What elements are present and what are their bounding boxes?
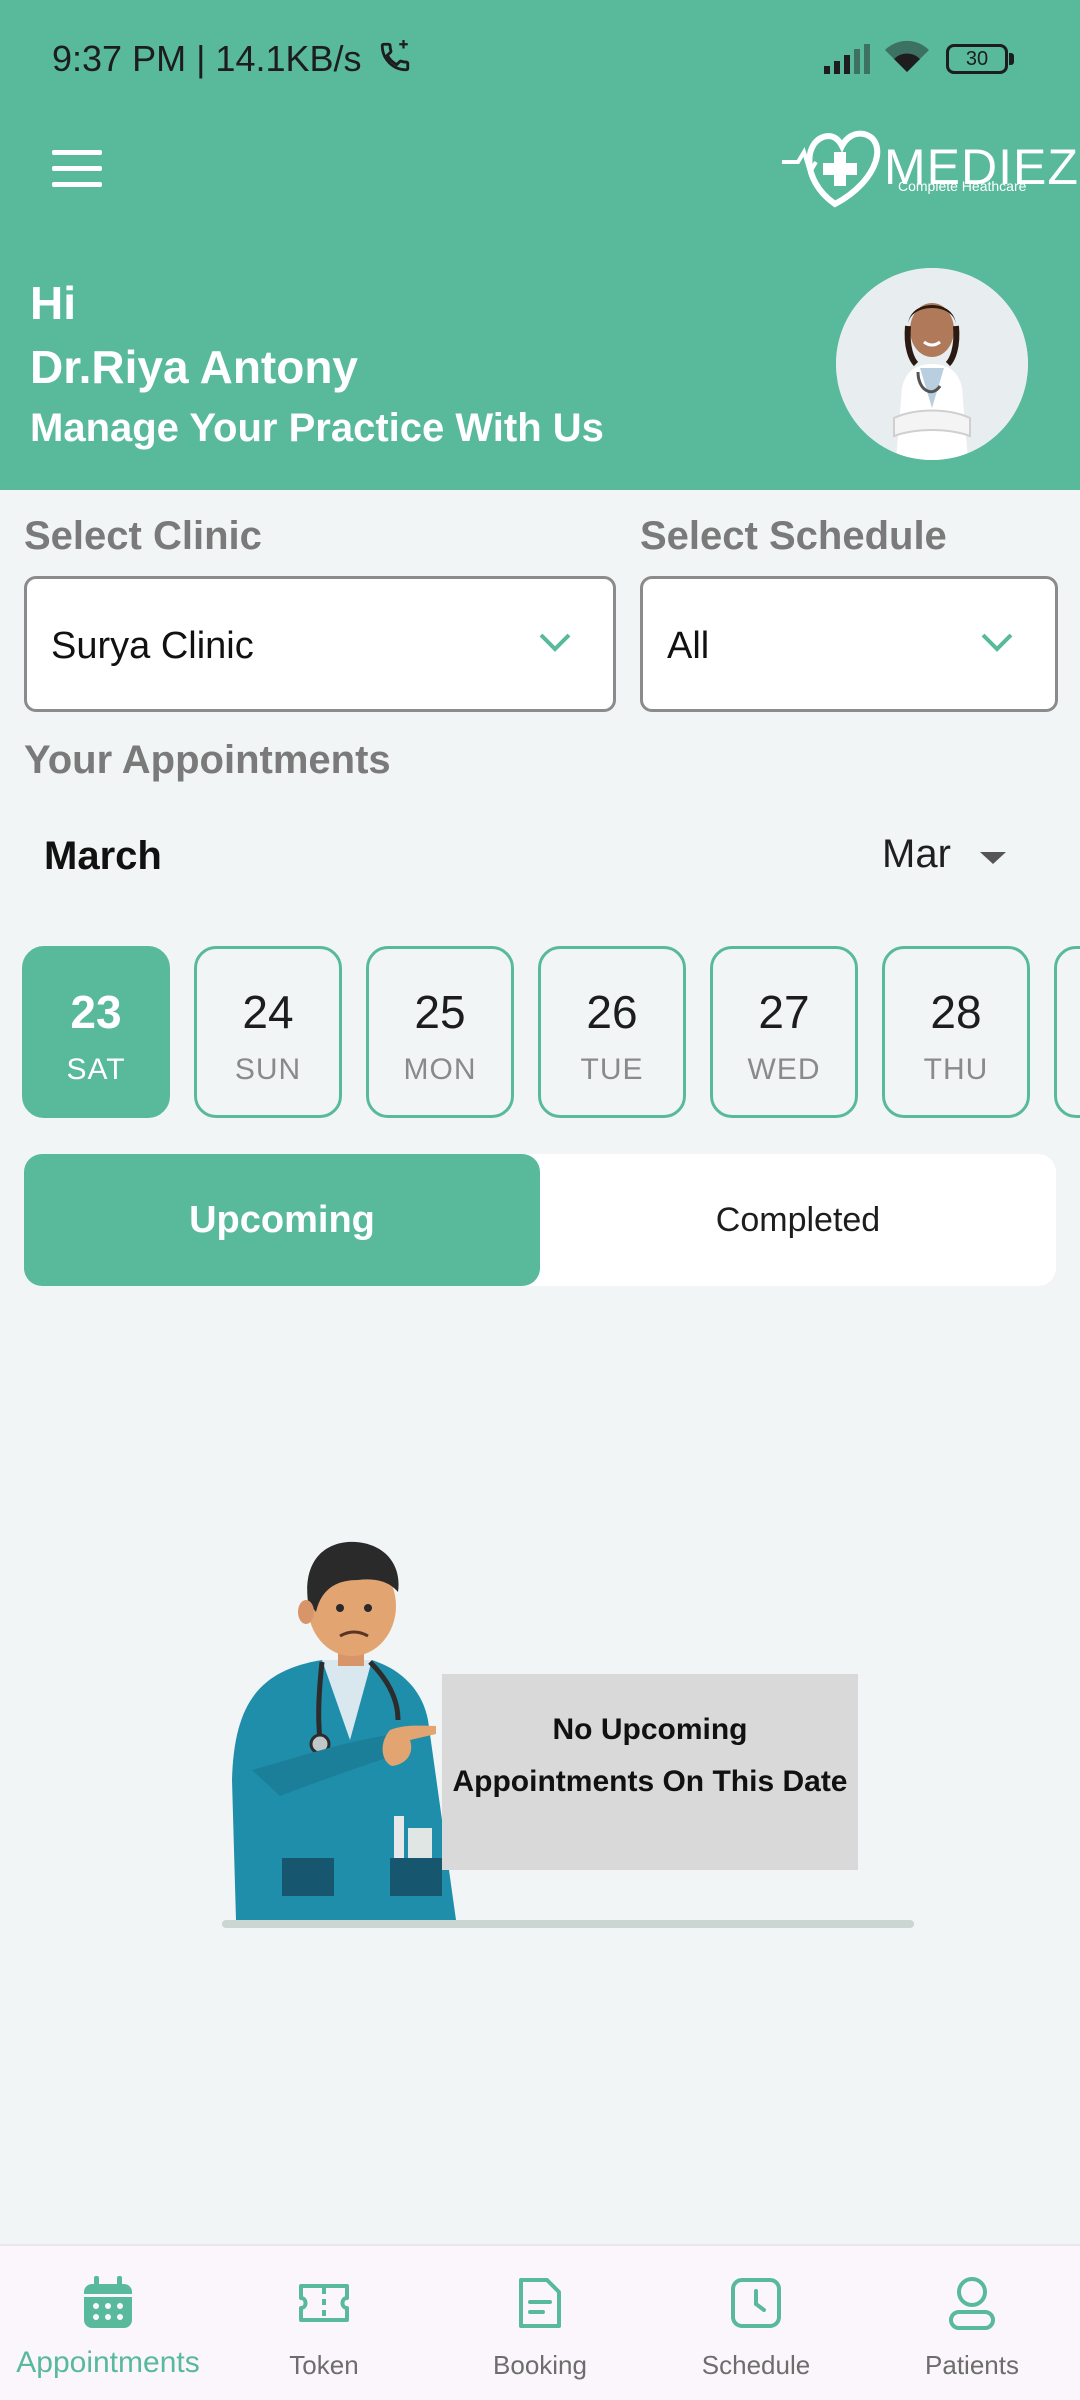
date-day: MON <box>403 1053 477 1086</box>
clock-icon <box>731 2278 781 2328</box>
nav-label: Appointments <box>16 2346 200 2379</box>
bottom-navigation: Appointments Token Booking Schedule Pati… <box>0 2244 1080 2400</box>
caret-down-icon <box>980 852 1006 864</box>
empty-state-sign: No Upcoming Appointments On This Date <box>442 1674 858 1870</box>
doctor-name: Dr.Riya Antony <box>30 341 359 393</box>
logo-tagline: Complete Heathcare <box>898 178 1027 194</box>
doctor-avatar[interactable] <box>836 268 1028 460</box>
battery-icon: 30 <box>946 44 1014 74</box>
clinic-select[interactable]: Surya Clinic <box>24 576 616 712</box>
nav-label: Patients <box>925 2350 1019 2380</box>
date-number: 23 <box>70 986 122 1038</box>
ticket-icon <box>299 2284 349 2322</box>
nav-label: Booking <box>493 2350 587 2380</box>
date-card[interactable]: 26 TUE <box>538 946 686 1118</box>
appointments-title: Your Appointments <box>24 738 391 782</box>
calendar-icon <box>84 2276 132 2328</box>
status-bar: 9:37 PM | 14.1KB/s 30 <box>0 0 1080 120</box>
empty-state-line2: Appointments On This Date <box>452 1765 848 1798</box>
app-logo: MEDIEZY Complete Heathcare <box>780 122 1080 212</box>
wifi-icon <box>885 40 929 72</box>
date-day: SUN <box>234 1053 302 1086</box>
header-subtitle: Manage Your Practice With Us <box>30 406 604 450</box>
clinic-select-value: Surya Clinic <box>51 625 254 667</box>
heart-logo-icon <box>782 130 881 208</box>
date-number: 25 <box>414 986 466 1038</box>
date-number: 28 <box>930 986 982 1038</box>
greeting: Hi <box>30 277 76 329</box>
call-icon <box>380 40 410 72</box>
clinic-label: Select Clinic <box>24 514 262 558</box>
signal-icon <box>824 44 870 74</box>
date-number: 26 <box>586 986 638 1038</box>
month-title: March <box>44 834 162 878</box>
date-card-partial[interactable] <box>1054 946 1080 1118</box>
schedule-select[interactable]: All <box>640 576 1058 712</box>
nav-schedule[interactable]: Schedule <box>648 2246 864 2400</box>
document-icon <box>519 2278 561 2328</box>
date-day: THU <box>923 1053 989 1086</box>
chevron-down-icon <box>539 633 571 652</box>
date-card[interactable]: 28 THU <box>882 946 1030 1118</box>
schedule-select-value: All <box>667 625 710 667</box>
status-time: 9:37 PM | 14.1KB/s <box>52 38 362 79</box>
tab-completed[interactable]: Completed <box>540 1154 1056 1286</box>
menu-icon[interactable] <box>52 150 102 190</box>
month-dropdown-value: Mar <box>882 832 951 876</box>
tab-upcoming[interactable]: Upcoming <box>24 1154 540 1286</box>
nav-label: Schedule <box>701 2350 811 2380</box>
nav-appointments[interactable]: Appointments <box>0 2246 216 2400</box>
avatar-photo <box>836 268 1028 460</box>
nav-booking[interactable]: Booking <box>432 2246 648 2400</box>
month-dropdown[interactable]: Mar <box>882 832 1022 882</box>
date-strip: 23 SAT 24 SUN 25 MON 26 TUE 27 WED 28 TH… <box>0 946 1080 1120</box>
date-card[interactable]: 24 SUN <box>194 946 342 1118</box>
nav-patients[interactable]: Patients <box>864 2246 1080 2400</box>
battery-level: 30 <box>946 44 1008 74</box>
date-number: 27 <box>758 986 810 1038</box>
nav-label: Token <box>289 2350 359 2380</box>
appointment-status-tabs: Upcoming Completed <box>24 1154 1056 1286</box>
date-card[interactable]: 25 MON <box>366 946 514 1118</box>
date-day: TUE <box>580 1053 644 1086</box>
date-card[interactable]: 27 WED <box>710 946 858 1118</box>
empty-state-line1: No Upcoming <box>552 1713 748 1746</box>
nav-token[interactable]: Token <box>216 2246 432 2400</box>
date-number: 24 <box>242 986 294 1038</box>
schedule-label: Select Schedule <box>640 514 947 558</box>
person-icon <box>949 2277 995 2330</box>
date-day: WED <box>747 1053 821 1086</box>
app-header: 9:37 PM | 14.1KB/s 30 MEDIEZ Complete He… <box>0 0 1080 490</box>
chevron-down-icon <box>981 633 1013 652</box>
date-day: SAT <box>66 1053 126 1086</box>
date-card[interactable]: 23 SAT <box>22 946 170 1118</box>
